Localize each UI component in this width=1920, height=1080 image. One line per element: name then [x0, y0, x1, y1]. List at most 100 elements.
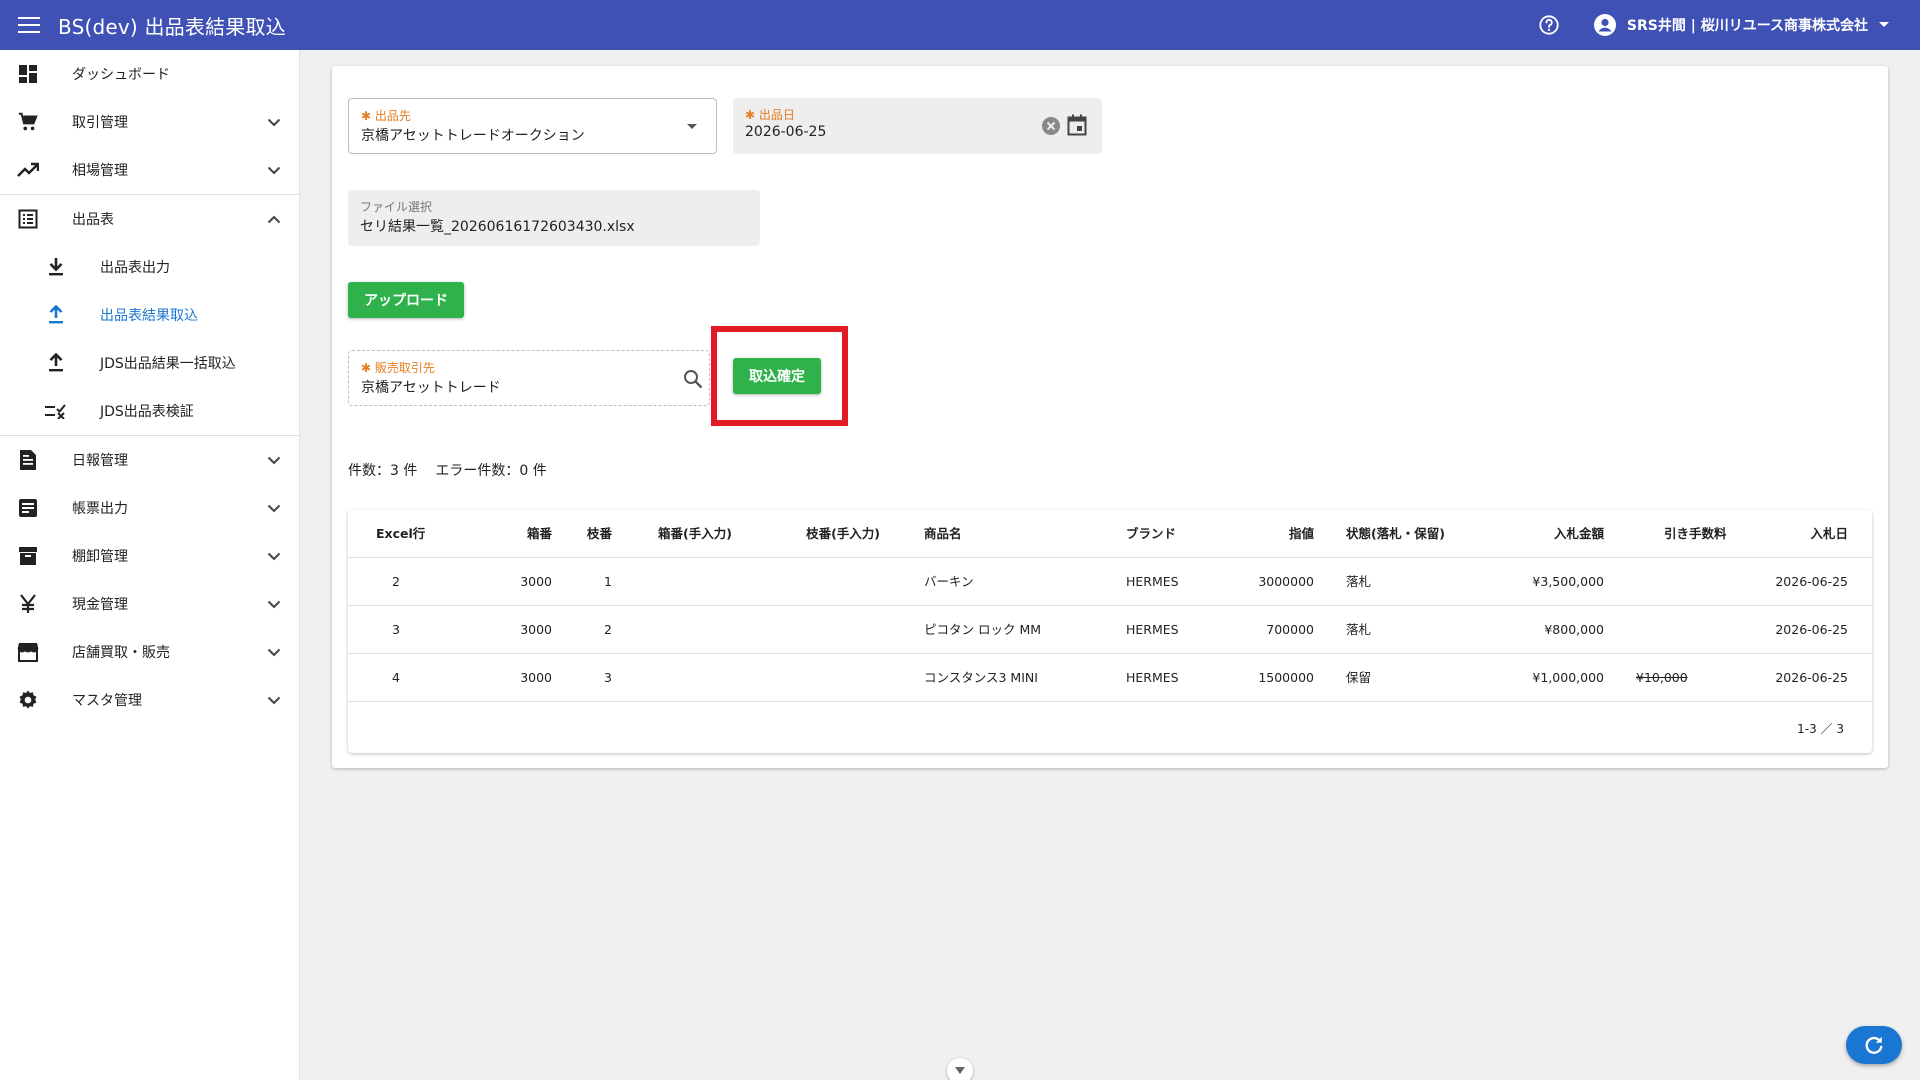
col-header[interactable]: 引き手数料	[1664, 510, 1727, 558]
caret-down-icon	[1879, 22, 1889, 27]
col-header[interactable]: Excel行	[376, 510, 425, 558]
cell-brand: HERMES	[1126, 622, 1179, 637]
cell-row: 4	[392, 670, 400, 685]
col-header[interactable]: 入札日	[1768, 510, 1848, 558]
col-header[interactable]: ブランド	[1126, 510, 1176, 558]
destination-label: ✱ 出品先	[361, 109, 411, 123]
sidebar-item-label: 取引管理	[72, 115, 128, 131]
hamburger-icon	[18, 17, 40, 33]
sidebar-item-listing-import[interactable]: 出品表結果取込	[0, 291, 299, 339]
sidebar-item-cash[interactable]: 現金管理	[0, 580, 299, 628]
sidebar-item-label: 帳票出力	[72, 501, 128, 517]
sidebar-item-transactions[interactable]: 取引管理	[0, 98, 299, 146]
table-row[interactable]: 2 3000 1 バーキン HERMES 3000000 落札 ¥3,500,0…	[348, 558, 1872, 606]
cell-branch: 2	[604, 622, 612, 637]
chevron-down-icon	[955, 1067, 965, 1074]
user-name: SRS井間 | 桜川リユース商事株式会社	[1626, 18, 1868, 34]
partner-label-text: 販売取引先	[374, 361, 435, 375]
destination-value: 京橋アセットトレードオークション	[361, 128, 585, 144]
results-table: Excel行 箱番 枝番 箱番(手入力) 枝番(手入力) 商品名 ブランド 指値…	[348, 510, 1872, 753]
download-icon	[44, 255, 68, 279]
sidebar-item-label: 出品表出力	[100, 260, 170, 276]
help-icon	[1539, 15, 1559, 35]
cell-brand: HERMES	[1126, 670, 1179, 685]
cell-date: 2026-06-25	[1775, 622, 1848, 637]
cart-icon	[16, 110, 40, 134]
cell-date: 2026-06-25	[1775, 574, 1848, 589]
menu-button[interactable]	[0, 0, 58, 50]
file-value: セリ結果一覧_20260616172603430.xlsx	[360, 219, 635, 235]
col-header[interactable]: 箱番(手入力)	[658, 510, 732, 558]
refresh-button[interactable]	[1846, 1026, 1902, 1064]
search-icon[interactable]	[683, 369, 703, 389]
clear-icon[interactable]	[1041, 116, 1061, 136]
user-menu[interactable]: SRS井間 | 桜川リユース商事株式会社	[1593, 13, 1890, 37]
sidebar-item-store[interactable]: 店舗買取・販売	[0, 628, 299, 676]
chevron-down-icon	[262, 158, 286, 182]
cell-status: 落札	[1346, 622, 1372, 637]
sidebar-item-listing[interactable]: 出品表	[0, 195, 299, 243]
table-header-row: Excel行 箱番 枝番 箱番(手入力) 枝番(手入力) 商品名 ブランド 指値…	[348, 510, 1872, 558]
sidebar-item-master[interactable]: マスタ管理	[0, 676, 299, 724]
destination-select[interactable]: ✱ 出品先 京橋アセットトレードオークション	[348, 98, 717, 154]
account-icon	[1593, 14, 1616, 36]
sidebar-item-listing-export[interactable]: 出品表出力	[0, 243, 299, 291]
sidebar-item-market[interactable]: 相場管理	[0, 146, 299, 194]
file-select-field[interactable]: ファイル選択 セリ結果一覧_20260616172603430.xlsx	[348, 190, 760, 246]
sidebar-item-label: 出品表結果取込	[100, 308, 198, 324]
date-value: 2026-06-25	[745, 124, 827, 140]
col-header[interactable]: 入札金額	[1508, 510, 1604, 558]
top-app-bar: BS(dev) 出品表結果取込 SRS井間 | 桜川リユース商事株式会社	[0, 0, 1920, 50]
sidebar-item-label: 現金管理	[72, 597, 128, 613]
store-icon	[16, 640, 40, 664]
date-label: ✱ 出品日	[745, 108, 795, 122]
upload-icon	[44, 303, 68, 327]
col-header[interactable]: 状態(落札・保留)	[1346, 510, 1445, 558]
sidebar-item-dashboard[interactable]: ダッシュボード	[0, 50, 299, 98]
col-header[interactable]: 指値	[1248, 510, 1314, 558]
cell-box: 3000	[520, 670, 552, 685]
cell-product: ピコタン ロック MM	[924, 622, 1042, 637]
sidebar: ダッシュボード 取引管理 相場管理 出品表 出品表出力 出品表結果取込 JDS出…	[0, 50, 300, 1080]
col-header[interactable]: 箱番	[488, 510, 552, 558]
cell-row: 3	[392, 622, 400, 637]
chevron-down-icon	[262, 688, 286, 712]
upload-button[interactable]: アップロード	[348, 282, 464, 318]
partner-label: ✱ 販売取引先	[361, 361, 435, 375]
document-icon	[16, 448, 40, 472]
chevron-down-icon	[262, 496, 286, 520]
col-header[interactable]: 枝番(手入力)	[768, 510, 880, 558]
calendar-icon[interactable]	[1067, 114, 1087, 136]
confirm-import-button[interactable]: 取込確定	[733, 358, 821, 394]
col-header[interactable]: 枝番	[568, 510, 612, 558]
cell-branch: 3	[604, 670, 612, 685]
cell-limit: 3000000	[1258, 574, 1314, 589]
list-icon	[16, 207, 40, 231]
cell-limit: 700000	[1266, 622, 1314, 637]
upload-icon	[44, 351, 68, 375]
table-row[interactable]: 3 3000 2 ピコタン ロック MM HERMES 700000 落札 ¥8…	[348, 606, 1872, 654]
cell-status: 保留	[1346, 670, 1372, 685]
partner-value: 京橋アセットトレード	[361, 380, 501, 396]
sidebar-item-jds-import[interactable]: JDS出品結果一括取込	[0, 339, 299, 387]
sidebar-item-inventory[interactable]: 棚卸管理	[0, 532, 299, 580]
sidebar-item-label: JDS出品表検証	[100, 404, 194, 420]
sales-partner-field[interactable]: ✱ 販売取引先 京橋アセットトレード	[348, 350, 710, 406]
refresh-icon	[1865, 1036, 1883, 1054]
sidebar-item-forms[interactable]: 帳票出力	[0, 484, 299, 532]
col-header[interactable]: 商品名	[924, 510, 962, 558]
help-button[interactable]	[1537, 13, 1561, 37]
gear-icon	[16, 688, 40, 712]
sidebar-item-label: 出品表	[72, 212, 114, 228]
listing-date-field[interactable]: ✱ 出品日 2026-06-25	[733, 98, 1102, 154]
chevron-down-icon	[262, 544, 286, 568]
file-label: ファイル選択	[360, 200, 433, 214]
cell-limit: 1500000	[1258, 670, 1314, 685]
scroll-down-button[interactable]	[947, 1058, 973, 1080]
sidebar-item-label: 店舗買取・販売	[72, 645, 170, 661]
destination-label-text: 出品先	[374, 109, 411, 123]
sidebar-item-daily-report[interactable]: 日報管理	[0, 436, 299, 484]
table-row[interactable]: 4 3000 3 コンスタンス3 MINI HERMES 1500000 保留 …	[348, 654, 1872, 702]
archive-icon	[16, 544, 40, 568]
sidebar-item-jds-verify[interactable]: JDS出品表検証	[0, 387, 299, 435]
